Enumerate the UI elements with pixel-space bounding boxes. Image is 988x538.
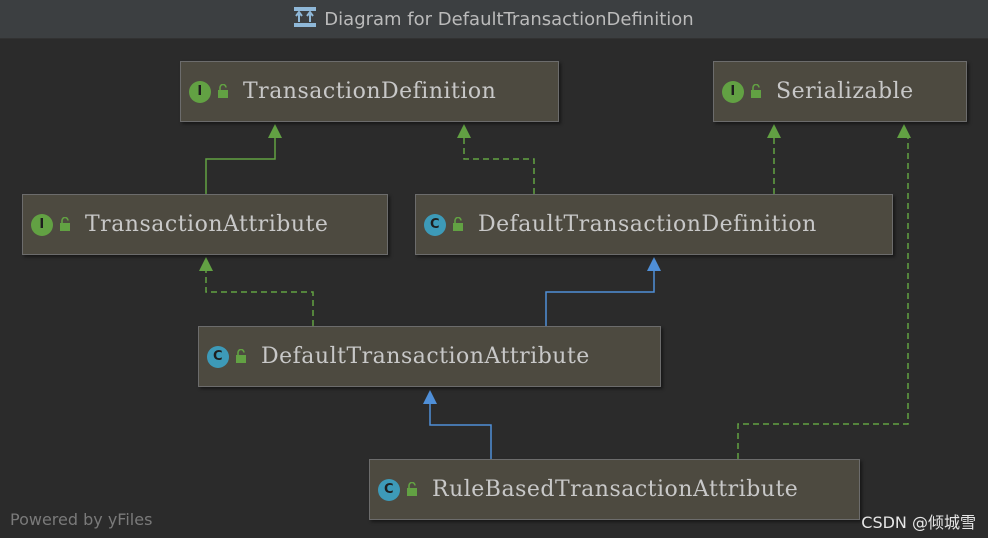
node-defaulttransactionattribute[interactable]: C DefaultTransactionAttribute bbox=[198, 326, 661, 387]
node-defaulttransactiondefinition[interactable]: C DefaultTransactionDefinition bbox=[415, 194, 893, 255]
node-label: DefaultTransactionAttribute bbox=[261, 344, 590, 369]
diagram-canvas[interactable]: I TransactionDefinition I Serializable I… bbox=[0, 39, 988, 538]
edge-rulebasedtransactionattribute-to-defaulttransactionattribute bbox=[423, 390, 492, 459]
node-label: TransactionAttribute bbox=[85, 212, 329, 237]
unlock-icon bbox=[235, 344, 247, 369]
unlock-icon bbox=[59, 212, 71, 237]
interface-icon: I bbox=[31, 213, 53, 236]
unlock-icon bbox=[452, 212, 464, 237]
class-icon: C bbox=[424, 213, 446, 236]
class-icon: C bbox=[207, 345, 229, 368]
node-transactionattribute[interactable]: I TransactionAttribute bbox=[22, 194, 388, 255]
interface-icon: I bbox=[722, 80, 744, 103]
edge-defaulttransactionattribute-to-transactionattribute bbox=[199, 257, 314, 326]
node-label: Serializable bbox=[776, 79, 914, 104]
powered-by-label: Powered by yFiles bbox=[10, 510, 153, 529]
node-transactiondefinition[interactable]: I TransactionDefinition bbox=[180, 61, 559, 122]
window-titlebar: Diagram for DefaultTransactionDefinition bbox=[0, 0, 988, 39]
edge-transactionattribute-to-transactiondefinition bbox=[205, 124, 282, 194]
class-icon: C bbox=[378, 478, 400, 501]
unlock-icon bbox=[217, 79, 229, 104]
edge-defaulttransactiondefinition-to-serializable bbox=[767, 124, 781, 194]
unlock-icon bbox=[406, 477, 418, 502]
node-serializable[interactable]: I Serializable bbox=[713, 61, 967, 122]
edge-defaulttransactiondefinition-to-transactiondefinition bbox=[457, 124, 535, 194]
edge-rulebasedtransactionattribute-to-serializable bbox=[737, 124, 911, 459]
node-label: RuleBasedTransactionAttribute bbox=[432, 477, 799, 502]
window-title: Diagram for DefaultTransactionDefinition bbox=[324, 8, 694, 30]
edge-defaulttransactionattribute-to-defaulttransactiondefinition bbox=[545, 257, 661, 326]
watermark-label: CSDN @倾城雪 bbox=[861, 513, 976, 532]
unlock-icon bbox=[750, 79, 762, 104]
node-label: DefaultTransactionDefinition bbox=[478, 212, 817, 237]
diagram-icon bbox=[294, 6, 317, 32]
node-label: TransactionDefinition bbox=[243, 79, 497, 104]
interface-icon: I bbox=[189, 80, 211, 103]
node-rulebasedtransactionattribute[interactable]: C RuleBasedTransactionAttribute bbox=[369, 459, 860, 520]
